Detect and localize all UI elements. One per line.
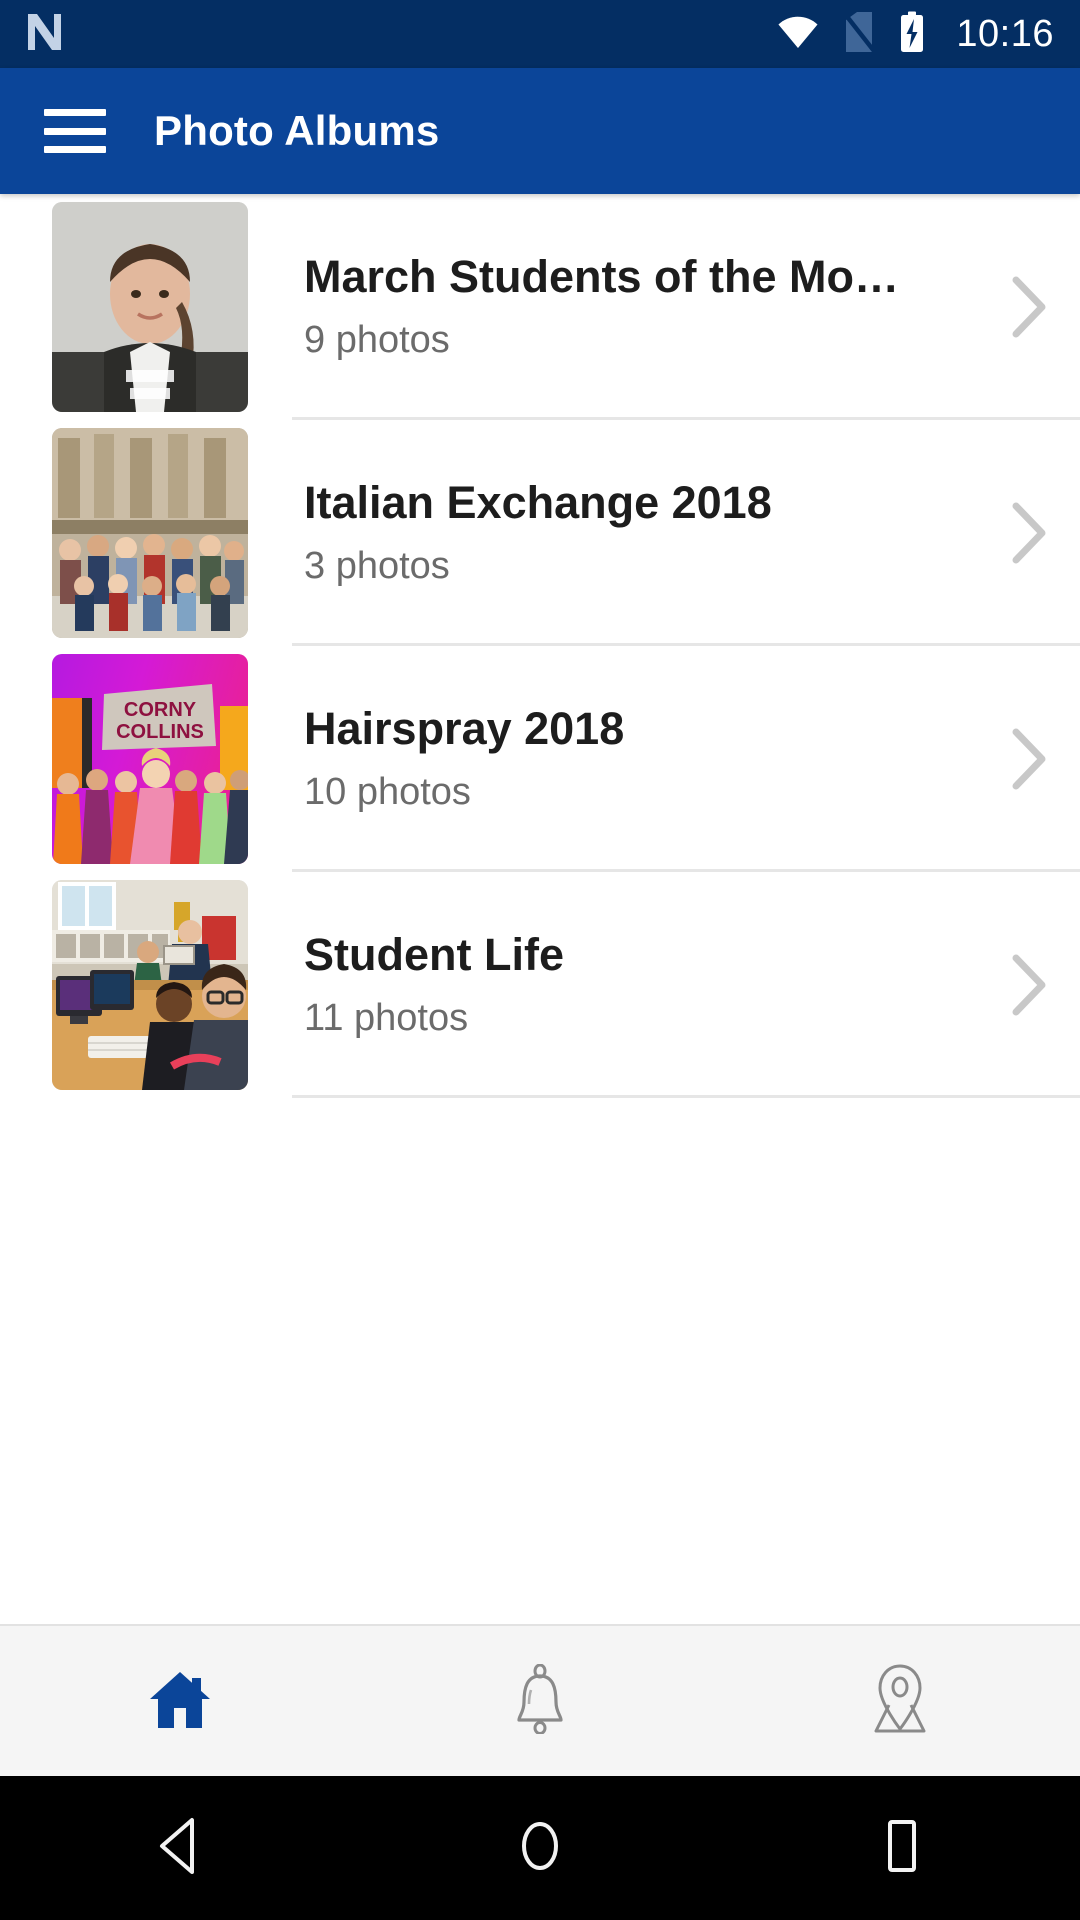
status-bar: 10:16 (0, 0, 1080, 68)
wifi-icon (776, 14, 820, 55)
chevron-right-icon[interactable] (1006, 500, 1050, 566)
phone-screen: 10:16 Photo Albums March Students of the… (0, 0, 1080, 1920)
group-photo-piazza-thumbnail (52, 428, 248, 638)
hamburger-bar (44, 127, 106, 135)
home-icon (146, 1666, 214, 1737)
status-bar-right: 10:16 (776, 10, 1054, 59)
hamburger-bar (44, 109, 106, 116)
app-bar: Photo Albums (0, 68, 1080, 194)
computer-lab-classroom-thumbnail (52, 880, 248, 1090)
list-item[interactable]: Italian Exchange 2018 3 photos (0, 420, 1080, 646)
list-item[interactable]: CORNY COLLINS Hairspray 2018 10 photos (0, 646, 1080, 872)
no-sim-card-icon (842, 11, 877, 58)
status-bar-clock: 10:16 (956, 13, 1054, 55)
album-list: March Students of the Mo… 9 photos Itali… (0, 194, 1080, 1624)
tab-home[interactable] (0, 1626, 360, 1776)
list-divider (292, 1095, 1080, 1098)
tab-map[interactable] (720, 1626, 1080, 1776)
status-bar-left (24, 11, 64, 58)
album-title: March Students of the Mo… (304, 252, 899, 302)
svg-text:CORNY: CORNY (124, 699, 197, 721)
chevron-right-icon[interactable] (1006, 952, 1050, 1018)
nav-recents-button[interactable] (720, 1816, 1080, 1881)
tab-notifications[interactable] (360, 1626, 720, 1776)
student-portrait-thumbnail (52, 202, 248, 412)
album-title: Hairspray 2018 (304, 704, 625, 754)
hairspray-stage-thumbnail: CORNY COLLINS (52, 654, 248, 864)
bell-icon (509, 1663, 571, 1739)
nav-back-button[interactable] (0, 1816, 360, 1881)
list-item-body: Hairspray 2018 10 photos (304, 646, 1080, 872)
hamburger-bar (44, 146, 106, 153)
map-pin-icon (866, 1663, 934, 1740)
list-item-body: Italian Exchange 2018 3 photos (304, 420, 1080, 646)
list-item-body: March Students of the Mo… 9 photos (304, 194, 1080, 420)
album-photo-count: 3 photos (304, 544, 450, 587)
list-item[interactable]: March Students of the Mo… 9 photos (0, 194, 1080, 420)
android-nav-bar (0, 1776, 1080, 1920)
back-triangle-icon (154, 1816, 206, 1881)
album-photo-count: 10 photos (304, 770, 471, 813)
nav-home-button[interactable] (360, 1816, 720, 1881)
home-circle-icon (512, 1816, 568, 1881)
app-logo-n-icon (24, 11, 64, 58)
page-title: Photo Albums (154, 107, 440, 154)
hamburger-menu-icon[interactable] (44, 109, 106, 153)
album-title: Student Life (304, 930, 564, 980)
svg-text:COLLINS: COLLINS (116, 721, 204, 743)
battery-charging-icon (898, 10, 926, 59)
bottom-tab-bar (0, 1624, 1080, 1776)
list-item-body: Student Life 11 photos (304, 872, 1080, 1098)
chevron-right-icon[interactable] (1006, 274, 1050, 340)
chevron-right-icon[interactable] (1006, 726, 1050, 792)
album-photo-count: 11 photos (304, 996, 469, 1039)
recents-square-icon (875, 1816, 925, 1881)
album-photo-count: 9 photos (304, 318, 450, 361)
album-title: Italian Exchange 2018 (304, 478, 772, 528)
list-item[interactable]: Student Life 11 photos (0, 872, 1080, 1098)
